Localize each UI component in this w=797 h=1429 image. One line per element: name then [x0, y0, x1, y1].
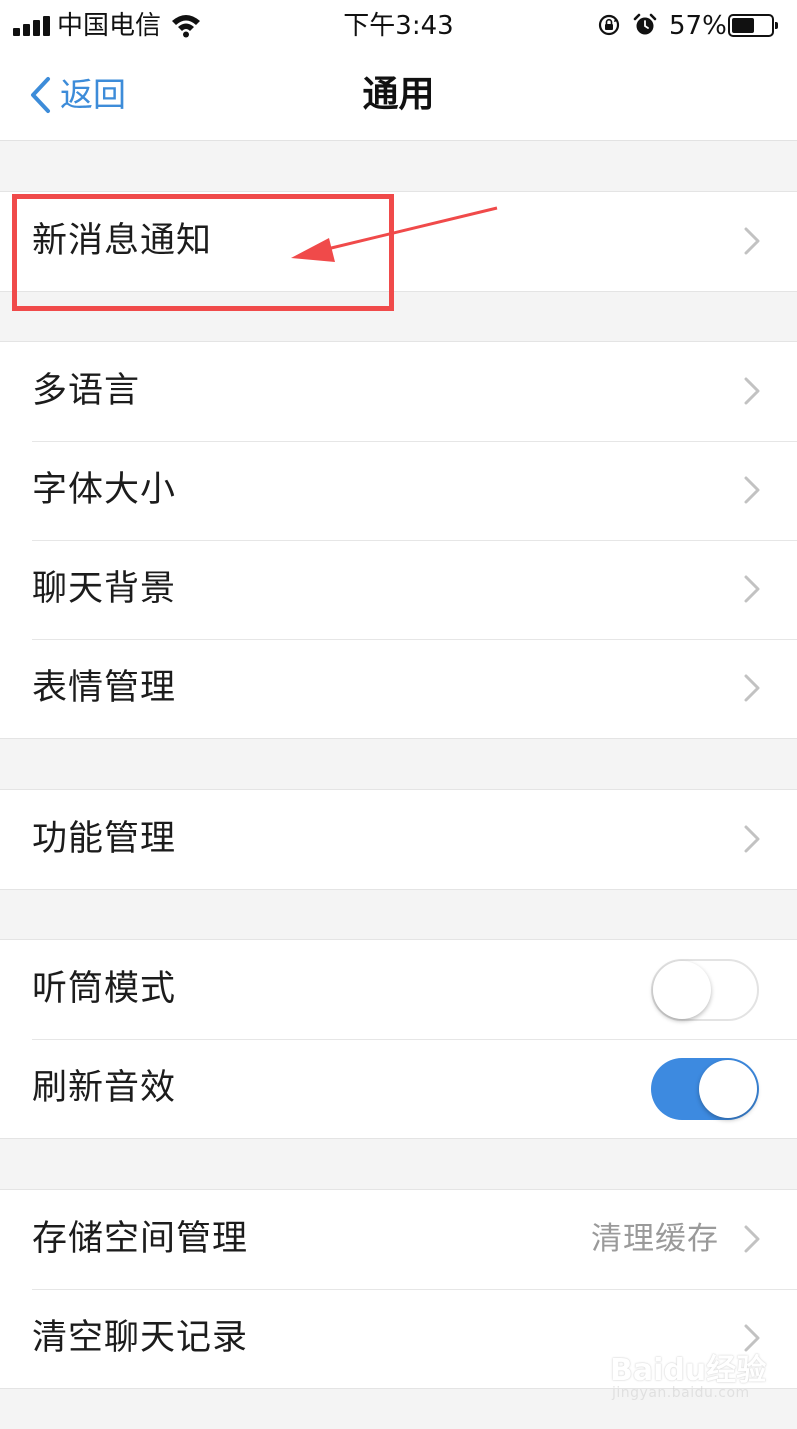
settings-row-feature-management[interactable]: 功能管理 [0, 790, 797, 889]
row-label: 刷新音效 [32, 1068, 177, 1108]
settings-row-chat-background[interactable]: 聊天背景 [0, 540, 797, 639]
settings-row-font-size[interactable]: 字体大小 [0, 441, 797, 540]
row-label: 功能管理 [32, 819, 177, 859]
row-label: 存储空间管理 [32, 1219, 249, 1259]
refresh-sound-toggle[interactable] [651, 1058, 759, 1120]
status-bar: 中国电信 下午3:43 57% [0, 0, 797, 52]
chevron-right-icon [744, 674, 760, 702]
row-detail: 清理缓存 [591, 1221, 719, 1257]
battery-icon [728, 14, 778, 37]
chevron-right-icon [744, 575, 760, 603]
settings-group-storage: 存储空间管理 清理缓存 清空聊天记录 [0, 1189, 797, 1389]
row-label: 表情管理 [32, 668, 177, 708]
navigation-bar: 返回 通用 [0, 52, 797, 141]
row-label: 新消息通知 [32, 221, 213, 261]
row-label: 字体大小 [32, 470, 177, 510]
row-label: 清空聊天记录 [32, 1318, 249, 1358]
row-label: 聊天背景 [32, 569, 177, 609]
toggle-knob [653, 961, 711, 1019]
chevron-right-icon [744, 825, 760, 853]
settings-group-sound: 听筒模式 刷新音效 [0, 939, 797, 1139]
settings-row-earpiece-mode: 听筒模式 [0, 940, 797, 1039]
toggle-knob [699, 1060, 757, 1118]
chevron-right-icon [744, 227, 760, 255]
battery-percent: 57% [669, 11, 727, 41]
settings-row-sticker-management[interactable]: 表情管理 [0, 639, 797, 738]
chevron-right-icon [744, 1225, 760, 1253]
chevron-right-icon [744, 476, 760, 504]
chevron-right-icon [744, 1324, 760, 1352]
page-title: 通用 [362, 74, 435, 115]
settings-group-features: 功能管理 [0, 789, 797, 890]
settings-row-storage-management[interactable]: 存储空间管理 清理缓存 [0, 1190, 797, 1289]
settings-row-refresh-sound: 刷新音效 [0, 1039, 797, 1138]
chevron-right-icon [744, 377, 760, 405]
row-label: 多语言 [32, 371, 141, 411]
settings-row-clear-chat-history[interactable]: 清空聊天记录 [0, 1289, 797, 1388]
earpiece-mode-toggle[interactable] [651, 959, 759, 1021]
row-label: 听筒模式 [32, 969, 177, 1009]
settings-group-display: 多语言 字体大小 聊天背景 表情管理 [0, 341, 797, 739]
settings-group-notifications: 新消息通知 [0, 191, 797, 292]
settings-row-new-message-notification[interactable]: 新消息通知 [0, 192, 797, 291]
orientation-lock-icon [598, 14, 620, 36]
settings-row-language[interactable]: 多语言 [0, 342, 797, 441]
battery-fill [732, 18, 754, 33]
alarm-icon [633, 13, 657, 35]
